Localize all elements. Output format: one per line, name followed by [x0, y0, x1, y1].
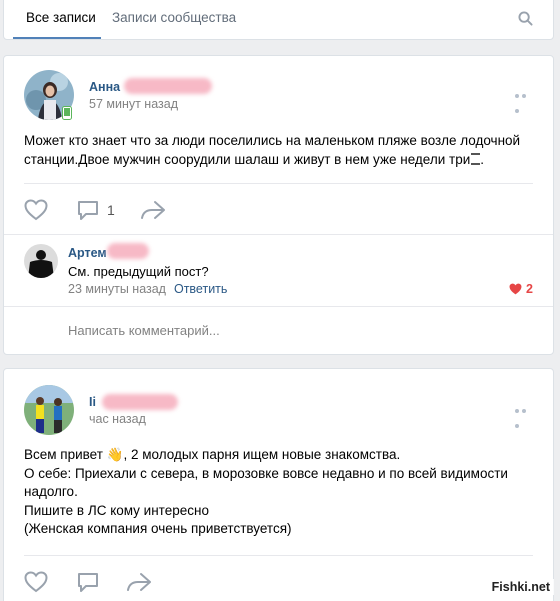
heart-filled-icon — [509, 283, 522, 295]
divider — [24, 183, 533, 184]
post-author[interactable]: Анна — [89, 80, 120, 94]
post-author[interactable]: Ii — [89, 395, 96, 409]
comment-button[interactable] — [77, 571, 99, 593]
divider — [4, 234, 553, 235]
post-text: Всем привет 👋, 2 молодых парня ищем новы… — [24, 447, 508, 536]
more-icon[interactable] — [515, 86, 535, 113]
share-button[interactable] — [126, 572, 152, 592]
watermark: Fishki.net — [487, 579, 554, 595]
tab-community-posts[interactable]: Записи сообщества — [112, 10, 236, 25]
heart-icon — [24, 571, 48, 593]
avatar[interactable] — [24, 385, 74, 435]
more-icon[interactable] — [515, 401, 535, 428]
write-comment-input[interactable]: Написать комментарий... — [68, 323, 220, 338]
comment-author[interactable]: Артем — [68, 246, 107, 260]
comments-count: 1 — [107, 202, 115, 218]
comment-like-button[interactable]: 2 — [509, 282, 533, 296]
comment-icon — [78, 201, 98, 220]
broken-emoji-icon — [471, 152, 481, 165]
share-button[interactable] — [140, 200, 166, 220]
blurred-surname — [102, 394, 178, 410]
post: Анна 57 минут назад Может кто знает что … — [3, 55, 554, 355]
comment-time[interactable]: 23 минуты назад — [68, 282, 166, 296]
blurred-surname — [107, 243, 149, 259]
post-text: Может кто знает что за люди поселились н… — [24, 133, 521, 167]
search-icon[interactable] — [518, 11, 533, 26]
post: Ii час назад Всем привет 👋, 2 молодых па… — [3, 368, 554, 601]
comment-text: См. предыдущий пост? — [68, 264, 209, 279]
comment-likes-count: 2 — [526, 282, 533, 296]
post-time[interactable]: 57 минут назад — [89, 97, 178, 111]
heart-icon — [24, 199, 48, 221]
like-button[interactable] — [24, 199, 48, 221]
mobile-icon — [62, 106, 72, 120]
tab-all-posts[interactable]: Все записи — [26, 10, 96, 25]
divider — [24, 555, 533, 556]
active-tab-indicator — [13, 37, 101, 39]
comment-icon — [78, 573, 98, 592]
share-icon — [127, 573, 151, 591]
blurred-surname — [124, 78, 212, 94]
divider — [4, 306, 553, 307]
share-icon — [141, 201, 165, 219]
feed-tabs: Все записи Записи сообщества — [3, 0, 554, 40]
reply-button[interactable]: Ответить — [174, 282, 227, 296]
comment-avatar[interactable] — [24, 244, 58, 278]
post-time[interactable]: час назад — [89, 412, 146, 426]
comment-button[interactable]: 1 — [77, 199, 115, 221]
like-button[interactable] — [24, 571, 48, 593]
comment-meta: 23 минуты назад Ответить — [68, 282, 227, 296]
